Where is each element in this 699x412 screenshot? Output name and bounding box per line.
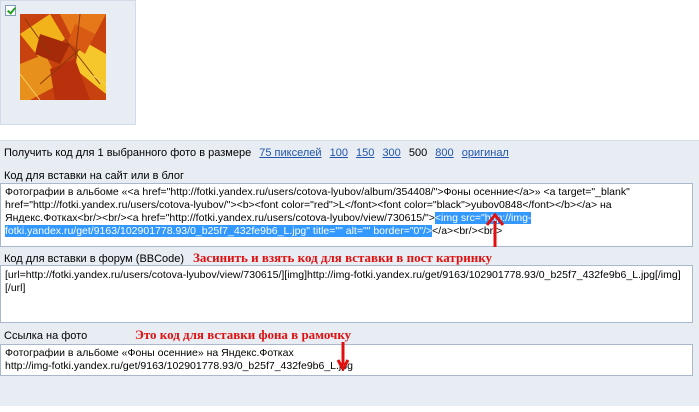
thumbnail-panel <box>0 0 136 125</box>
forum-code-label: Код для вставки в форум (BBCode) <box>4 253 185 265</box>
blog-code-label: Код для вставки на сайт или в блог <box>4 170 184 182</box>
size-link-800[interactable]: 800 <box>435 147 453 159</box>
size-link-original[interactable]: оригинал <box>462 147 509 159</box>
size-link-150[interactable]: 150 <box>356 147 374 159</box>
annotation-frame-code: Это код для вставки фона в рамочку <box>135 327 352 342</box>
size-link-75[interactable]: 75 пикселей <box>259 147 321 159</box>
blog-code-before: Фотографии в альбоме «<a href="http://fo… <box>5 186 630 224</box>
photo-link-label: Ссылка на фото <box>4 330 88 342</box>
forum-code-textarea[interactable]: [url=http://fotki.yandex.ru/users/cotova… <box>0 265 693 323</box>
arrow-down-icon <box>336 342 350 371</box>
size-link-300[interactable]: 300 <box>382 147 400 159</box>
annotation-copy-code: Засинить и взять код для вставки в пост … <box>193 250 492 265</box>
size-selection-bar: Получить код для 1 выбранного фото в раз… <box>0 140 699 166</box>
size-prefix-text: Получить код для 1 выбранного фото в раз… <box>4 147 252 159</box>
size-link-100[interactable]: 100 <box>330 147 348 159</box>
size-current-500: 500 <box>408 147 428 159</box>
blog-code-textarea[interactable]: Фотографии в альбоме «<a href="http://fo… <box>0 183 693 247</box>
arrow-up-icon <box>485 213 505 247</box>
photo-thumbnail[interactable] <box>20 14 106 100</box>
photo-select-checkbox[interactable] <box>5 5 16 16</box>
autumn-leaves-image <box>20 14 106 100</box>
